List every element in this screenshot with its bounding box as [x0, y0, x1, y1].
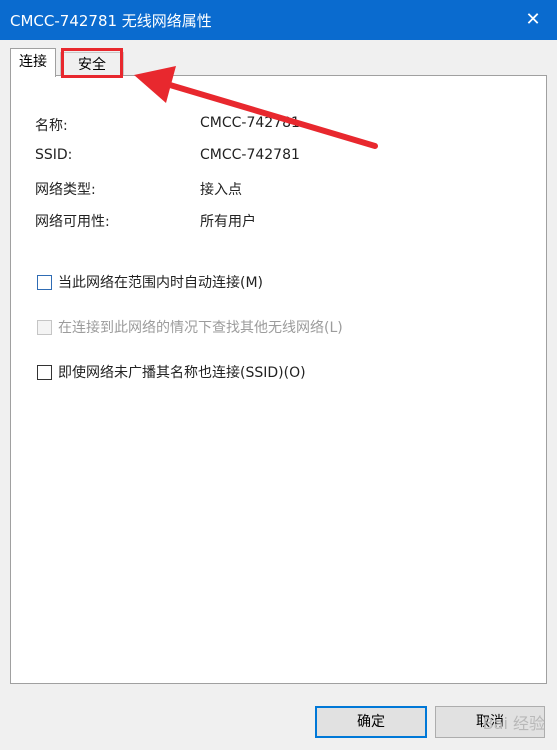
- watermark-logo: Bai 经验: [482, 714, 545, 733]
- annotation-arrow: [134, 66, 378, 149]
- tab-connection[interactable]: 连接: [10, 48, 56, 77]
